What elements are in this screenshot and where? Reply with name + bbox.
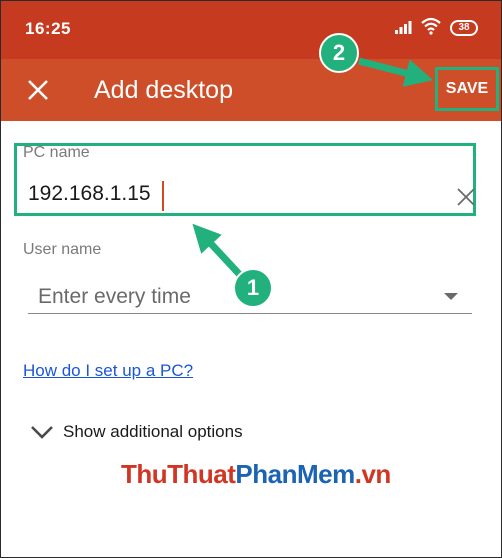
page-title: Add desktop [94, 76, 233, 104]
step-badge-1: 1 [233, 268, 273, 308]
wifi-icon [421, 17, 441, 35]
watermark-part2: PhanMem [235, 459, 355, 489]
help-link[interactable]: How do I set up a PC? [23, 361, 193, 381]
status-bar: 16:25 38 [1, 1, 501, 59]
user-name-value: Enter every time [38, 285, 191, 308]
clear-icon[interactable] [455, 186, 477, 208]
watermark: ThuThuatPhanMem.vn [121, 459, 391, 490]
close-icon[interactable] [23, 75, 53, 105]
watermark-part3: .vn [354, 459, 392, 489]
dropdown-arrow-icon [444, 293, 458, 300]
annotation-arrow-1 [192, 223, 244, 279]
save-button[interactable]: SAVE [435, 67, 499, 111]
phone-screen: 16:25 38 Add desktop SAVE PC name U [0, 0, 502, 558]
status-time: 16:25 [25, 19, 71, 38]
watermark-part1: ThuThuat [121, 459, 236, 489]
step-badge-2: 2 [319, 33, 359, 73]
app-bar: Add desktop SAVE [1, 59, 501, 121]
pc-name-input[interactable] [28, 182, 448, 206]
user-name-label: User name [23, 241, 102, 258]
additional-options-label: Show additional options [63, 422, 243, 441]
chevron-down-icon [31, 426, 53, 439]
signal-icon [395, 21, 412, 34]
text-caret [162, 181, 164, 211]
pc-name-label: PC name [23, 144, 90, 161]
battery-icon: 38 [450, 20, 478, 36]
battery-level: 38 [458, 22, 470, 33]
show-additional-options[interactable]: Show additional options [29, 419, 243, 445]
